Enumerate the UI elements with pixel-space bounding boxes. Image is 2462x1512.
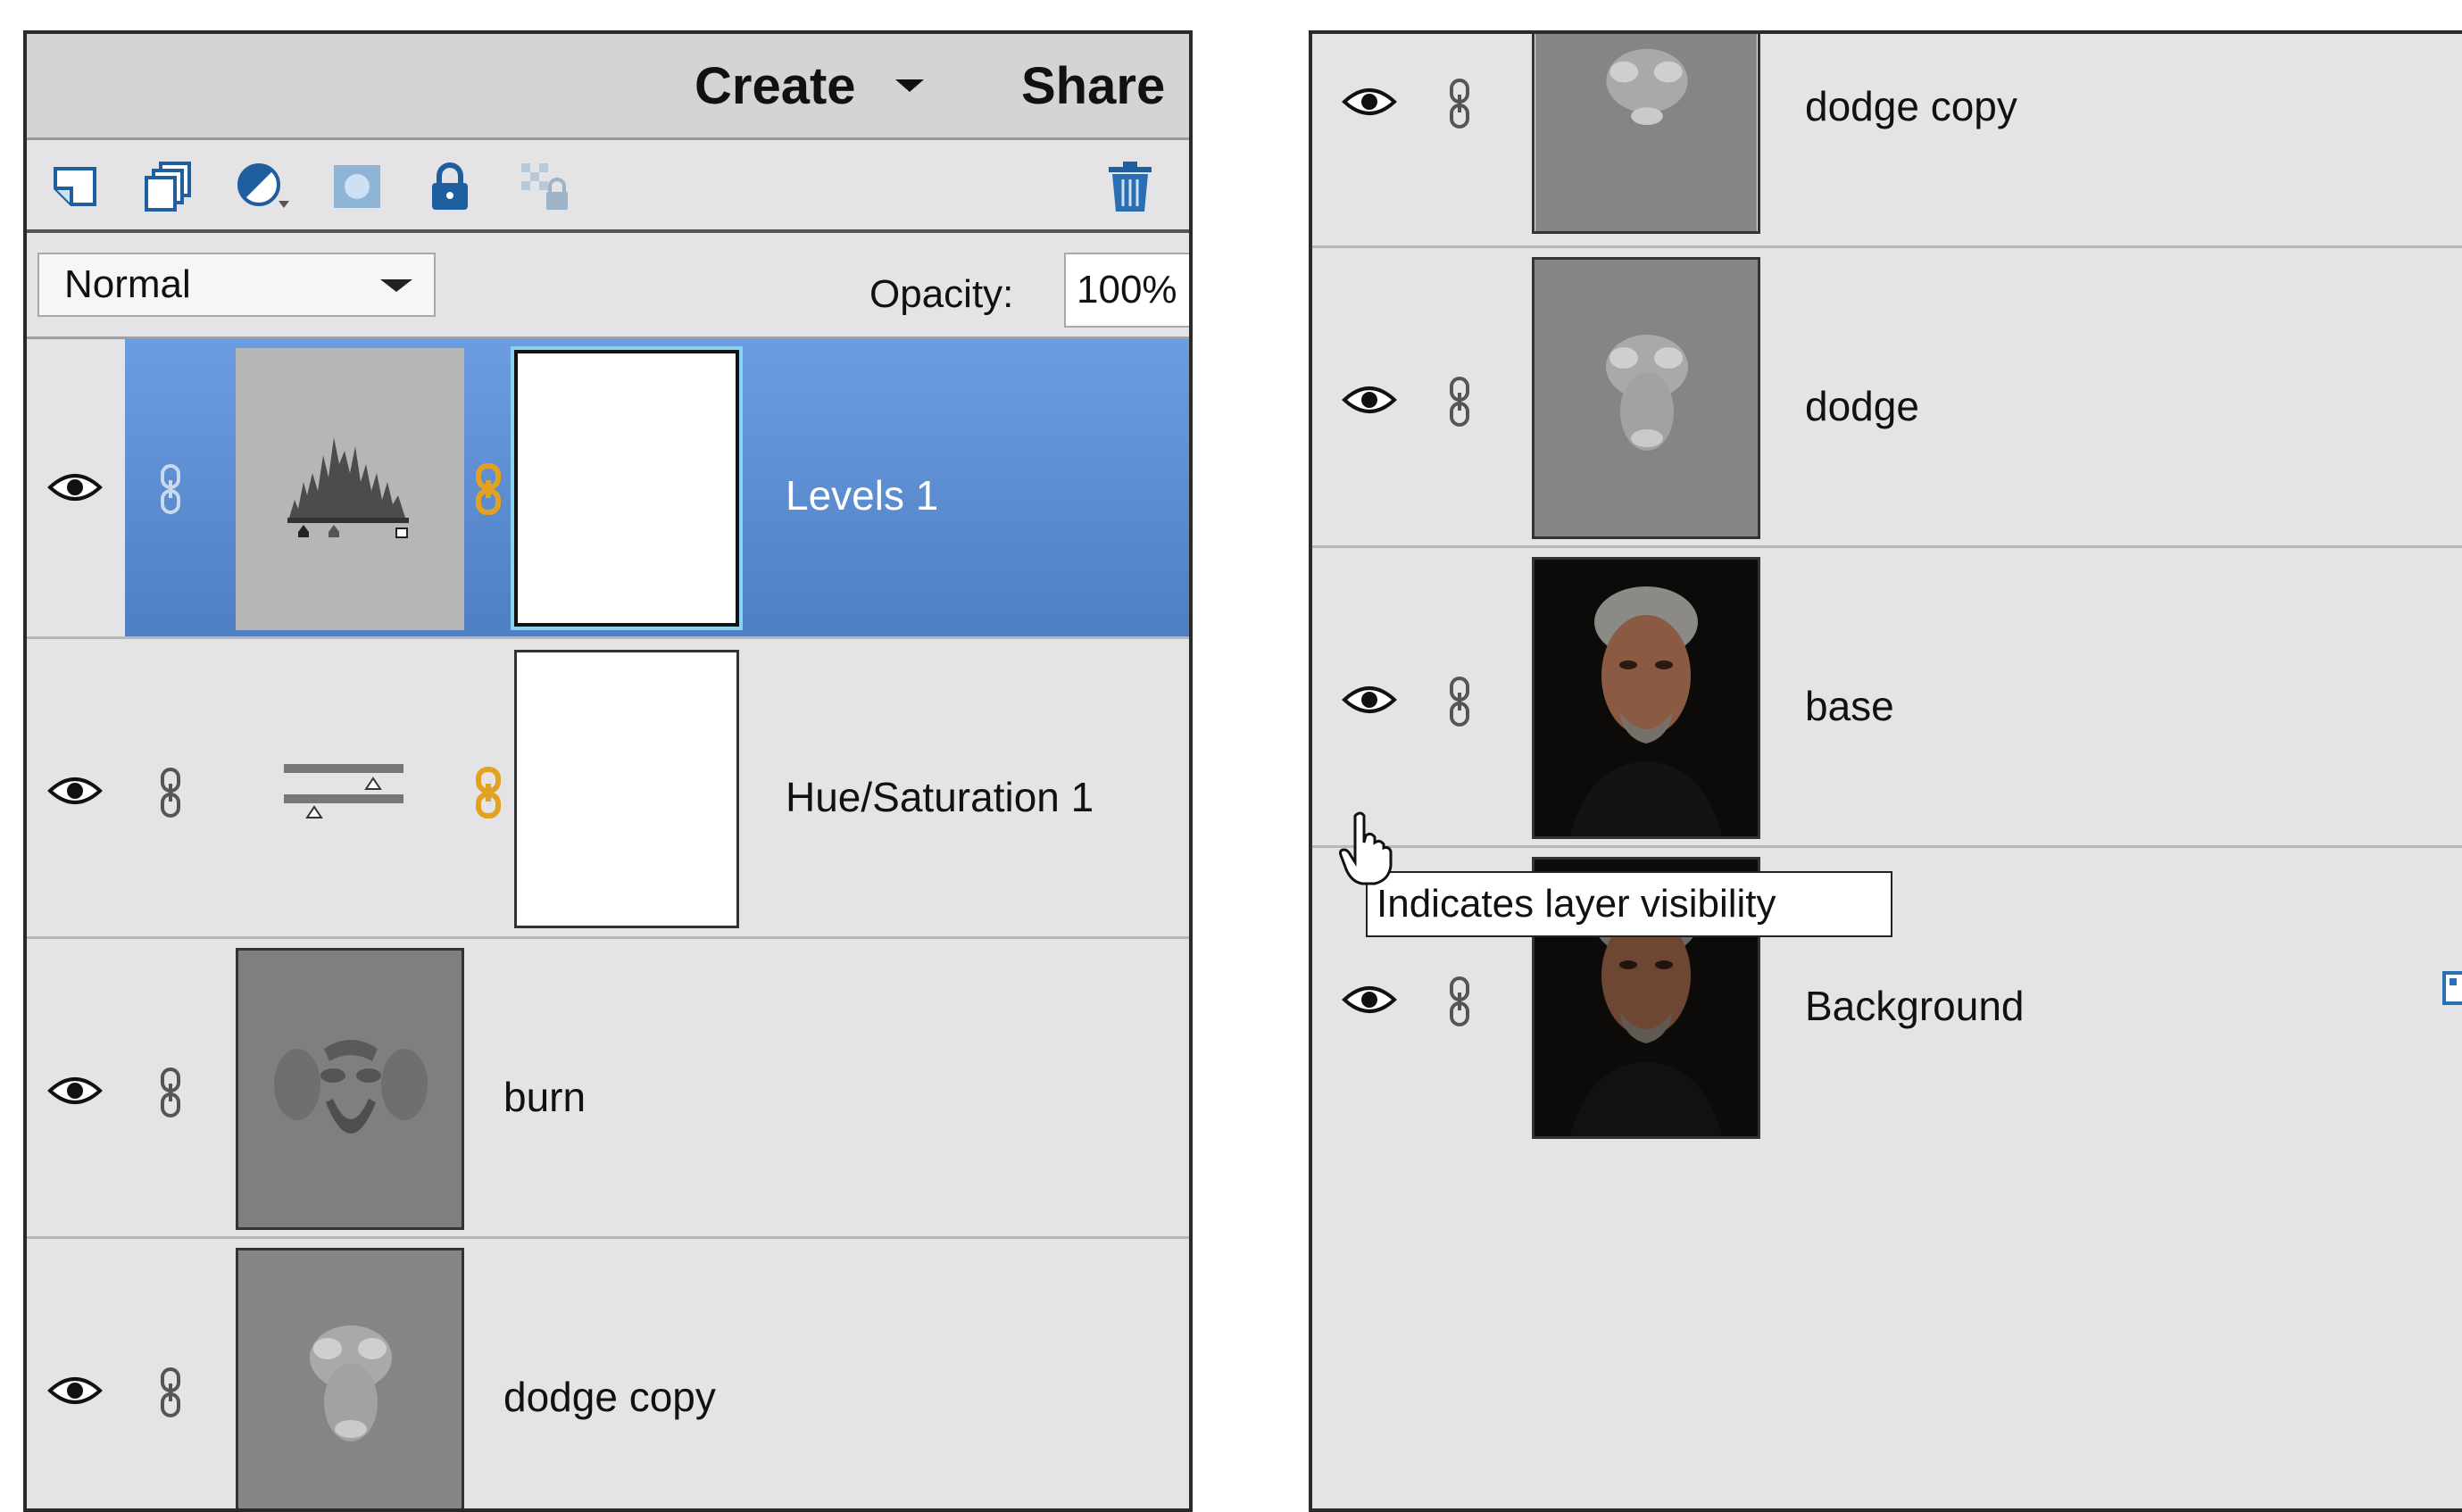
link-icon[interactable] [157,1366,184,1419]
new-group-icon[interactable] [141,160,195,213]
blend-mode-select[interactable]: Normal [37,253,436,317]
layer-row-base[interactable]: base [1312,548,2462,848]
add-mask-icon[interactable] [330,160,384,213]
link-icon[interactable] [1446,975,1473,1028]
link-icon[interactable] [1446,675,1473,728]
eye-visibility-icon[interactable] [1341,84,1398,120]
link-icon[interactable] [157,462,184,516]
eye-visibility-icon[interactable] [1341,982,1398,1018]
chevron-down-icon [380,279,412,292]
share-menu-button[interactable]: Share [1021,43,1165,129]
hand-pointer-cursor-icon [1339,810,1394,885]
layer-name[interactable]: dodge copy [503,1373,716,1421]
opacity-label: Opacity: [869,272,1014,316]
layer-name[interactable]: Hue/Saturation 1 [786,773,1094,821]
lock-all-icon[interactable] [423,160,477,213]
dodge-layer-thumbnail [1532,257,1760,539]
create-menu-button[interactable]: Create [695,43,924,129]
eye-visibility-icon[interactable] [46,469,104,505]
chevron-down-icon [894,79,924,92]
layer-name[interactable]: dodge [1805,382,1919,430]
link-icon[interactable] [1446,77,1473,130]
layer-row-dodge-copy[interactable]: dodge copy [1312,34,2462,248]
visibility-tooltip: Indicates layer visibility [1366,871,1892,937]
eye-visibility-icon[interactable] [1341,682,1398,718]
trash-icon[interactable] [1103,160,1157,213]
layer-mask-thumbnail[interactable] [511,346,743,630]
blend-mode-value: Normal [64,262,191,306]
adjustment-layer-icon[interactable] [234,160,296,213]
eye-visibility-icon[interactable] [1341,382,1398,418]
lock-transparency-icon[interactable] [518,160,571,213]
layer-row-hue-saturation[interactable]: Hue/Saturation 1 [27,639,1189,939]
layer-name[interactable]: dodge copy [1805,82,2017,130]
base-photo-thumbnail [1532,557,1760,839]
layer-row-levels[interactable]: Levels 1 [27,339,1189,639]
dodge-copy-layer-thumbnail [1532,34,1760,234]
dodge-copy-layer-thumbnail [236,1248,464,1508]
link-icon[interactable] [157,1066,184,1119]
eye-visibility-icon[interactable] [46,1373,104,1408]
share-label: Share [1021,56,1166,115]
layer-row-dodge[interactable]: dodge [1312,248,2462,548]
create-label: Create [695,56,856,115]
layers-panel-left: Create Share Normal Opacity: 100% Levels… [23,30,1193,1512]
layer-name[interactable]: Background [1805,982,2025,1030]
link-icon[interactable] [157,766,184,819]
layer-row-burn[interactable]: burn [27,939,1189,1239]
levels-adjustment-thumbnail [236,348,464,630]
layer-name[interactable]: base [1805,682,1894,730]
layer-effect-icon[interactable] [2441,969,2462,1007]
layers-toolbar [27,140,1189,233]
burn-layer-thumbnail [236,948,464,1230]
eye-visibility-icon[interactable] [46,773,104,809]
hue-saturation-adjustment-thumbnail [236,648,464,930]
layers-panel-right: dodge copy dodge base Background [1309,30,2462,1512]
layer-name[interactable]: burn [503,1073,586,1121]
mask-link-icon[interactable] [473,766,503,819]
new-layer-icon[interactable] [50,160,104,213]
layer-row-dodge-copy[interactable]: dodge copy [27,1239,1189,1508]
mask-link-icon[interactable] [473,462,503,516]
blend-opacity-row: Normal Opacity: 100% [27,233,1189,339]
opacity-input[interactable]: 100% [1064,253,1189,328]
link-icon[interactable] [1446,375,1473,428]
layer-mask-thumbnail[interactable] [514,650,739,928]
panel-header: Create Share [27,34,1189,140]
layer-name[interactable]: Levels 1 [786,471,938,519]
eye-visibility-icon[interactable] [46,1073,104,1109]
